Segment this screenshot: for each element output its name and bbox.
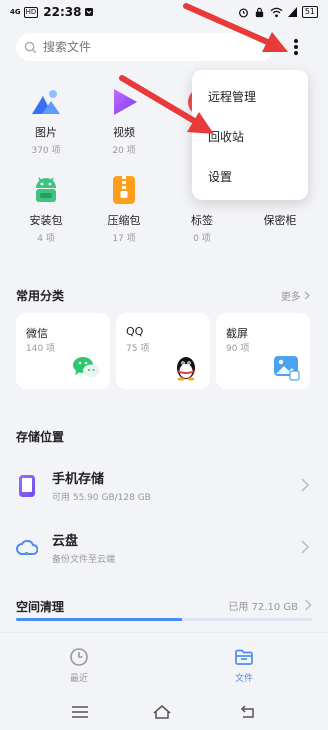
clock-icon <box>70 648 88 666</box>
quick-card-label: QQ <box>126 325 144 338</box>
overflow-menu: 远程管理 回收站 设置 <box>192 70 308 200</box>
home-icon[interactable] <box>152 704 172 720</box>
chevron-right-icon <box>301 478 310 492</box>
android-icon <box>36 177 56 202</box>
tab-recent[interactable]: 最近 <box>49 647 109 684</box>
category-label: 保密柜 <box>263 214 297 227</box>
category-label: 视频 <box>113 126 135 139</box>
status-time: 22:38 <box>43 5 82 19</box>
cleanup-title: 空间清理 <box>16 600 65 614</box>
menu-item-settings[interactable]: 设置 <box>208 168 232 185</box>
image-icon <box>32 90 60 114</box>
more-dot-icon <box>294 39 298 43</box>
menu-item-recycle-bin[interactable]: 回收站 <box>208 128 244 145</box>
quick-card-label: 截屏 <box>226 327 248 340</box>
storage-section-title: 存储位置 <box>16 430 65 444</box>
category-archives[interactable]: 压缩包 17 项 <box>94 174 154 244</box>
menu-item-remote-manage[interactable]: 远程管理 <box>208 88 256 105</box>
bottom-nav: 最近 文件 <box>0 632 328 692</box>
more-dot-icon <box>294 45 298 49</box>
tab-files[interactable]: 文件 <box>214 647 274 684</box>
storage-usage-fill <box>16 618 182 621</box>
category-label: 压缩包 <box>107 214 141 227</box>
category-label: 图片 <box>35 126 57 139</box>
category-label: 标签 <box>191 214 213 227</box>
status-bar: 4G HD 22:38 51 <box>0 0 328 24</box>
search-icon <box>24 41 37 53</box>
wechat-icon <box>73 357 99 378</box>
zip-icon <box>113 176 135 204</box>
qq-icon <box>177 357 195 381</box>
category-label: 安装包 <box>29 214 63 227</box>
storage-item-title: 云盘 <box>52 534 79 549</box>
hd-badge: HD <box>23 6 39 18</box>
storage-item-cloud[interactable]: 云盘 备份文件至云端 <box>0 520 328 576</box>
category-count: 20 项 <box>112 146 136 156</box>
category-count: 370 项 <box>31 146 61 156</box>
more-link[interactable]: 更多 <box>281 288 310 303</box>
category-count: 4 项 <box>37 234 55 244</box>
notification-icon <box>85 8 94 16</box>
lock-icon <box>255 7 263 17</box>
battery-indicator: 51 <box>301 6 318 18</box>
storage-usage-bar <box>16 618 312 621</box>
storage-item-subtitle: 可用 55.90 GB/128 GB <box>52 493 151 503</box>
quick-card-count: 90 项 <box>226 344 250 354</box>
more-dot-icon <box>294 51 298 55</box>
storage-item-title: 手机存储 <box>52 472 105 487</box>
folder-icon <box>235 649 253 665</box>
search-input[interactable] <box>43 40 243 54</box>
menu-icon[interactable] <box>70 704 90 720</box>
frequent-section-title: 常用分类 <box>16 289 65 303</box>
category-videos[interactable]: 视频 20 项 <box>94 86 154 156</box>
video-icon <box>114 89 137 115</box>
chevron-right-icon <box>304 291 310 300</box>
quick-card-count: 140 项 <box>26 344 56 354</box>
back-icon[interactable] <box>238 704 258 720</box>
category-images[interactable]: 图片 370 项 <box>16 86 76 156</box>
quick-card-label: 微信 <box>26 327 48 340</box>
quick-card-screenshots[interactable]: 截屏 90 项 <box>216 313 310 389</box>
search-bar[interactable] <box>16 33 274 61</box>
screenshot-icon <box>274 356 300 381</box>
more-link-label: 更多 <box>280 292 301 303</box>
category-count: 17 项 <box>112 234 136 244</box>
category-apk[interactable]: 安装包 4 项 <box>16 174 76 244</box>
storage-item-subtitle: 备份文件至云端 <box>52 555 116 565</box>
cleanup-used: 已用 72.10 GB <box>228 602 298 613</box>
chevron-right-icon <box>304 599 312 611</box>
signal-icon <box>287 7 297 17</box>
space-cleanup[interactable]: 空间清理 已用 72.10 GB <box>16 598 312 622</box>
quick-card-qq[interactable]: QQ 75 项 <box>116 313 210 389</box>
network-indicator: 4G <box>10 7 21 16</box>
category-count: 0 项 <box>193 234 211 244</box>
chevron-right-icon <box>301 540 310 554</box>
system-nav-bar <box>0 692 328 730</box>
storage-item-phone[interactable]: 手机存储 可用 55.90 GB/128 GB <box>0 458 328 514</box>
quick-card-count: 75 项 <box>126 344 150 354</box>
more-options-button[interactable] <box>284 35 308 59</box>
tab-label: 最近 <box>69 674 88 684</box>
alarm-icon <box>238 8 248 17</box>
cloud-icon <box>16 539 38 555</box>
phone-storage-icon <box>19 475 35 497</box>
wifi-icon <box>270 7 283 17</box>
quick-card-wechat[interactable]: 微信 140 项 <box>16 313 110 389</box>
tab-label: 文件 <box>234 674 253 684</box>
